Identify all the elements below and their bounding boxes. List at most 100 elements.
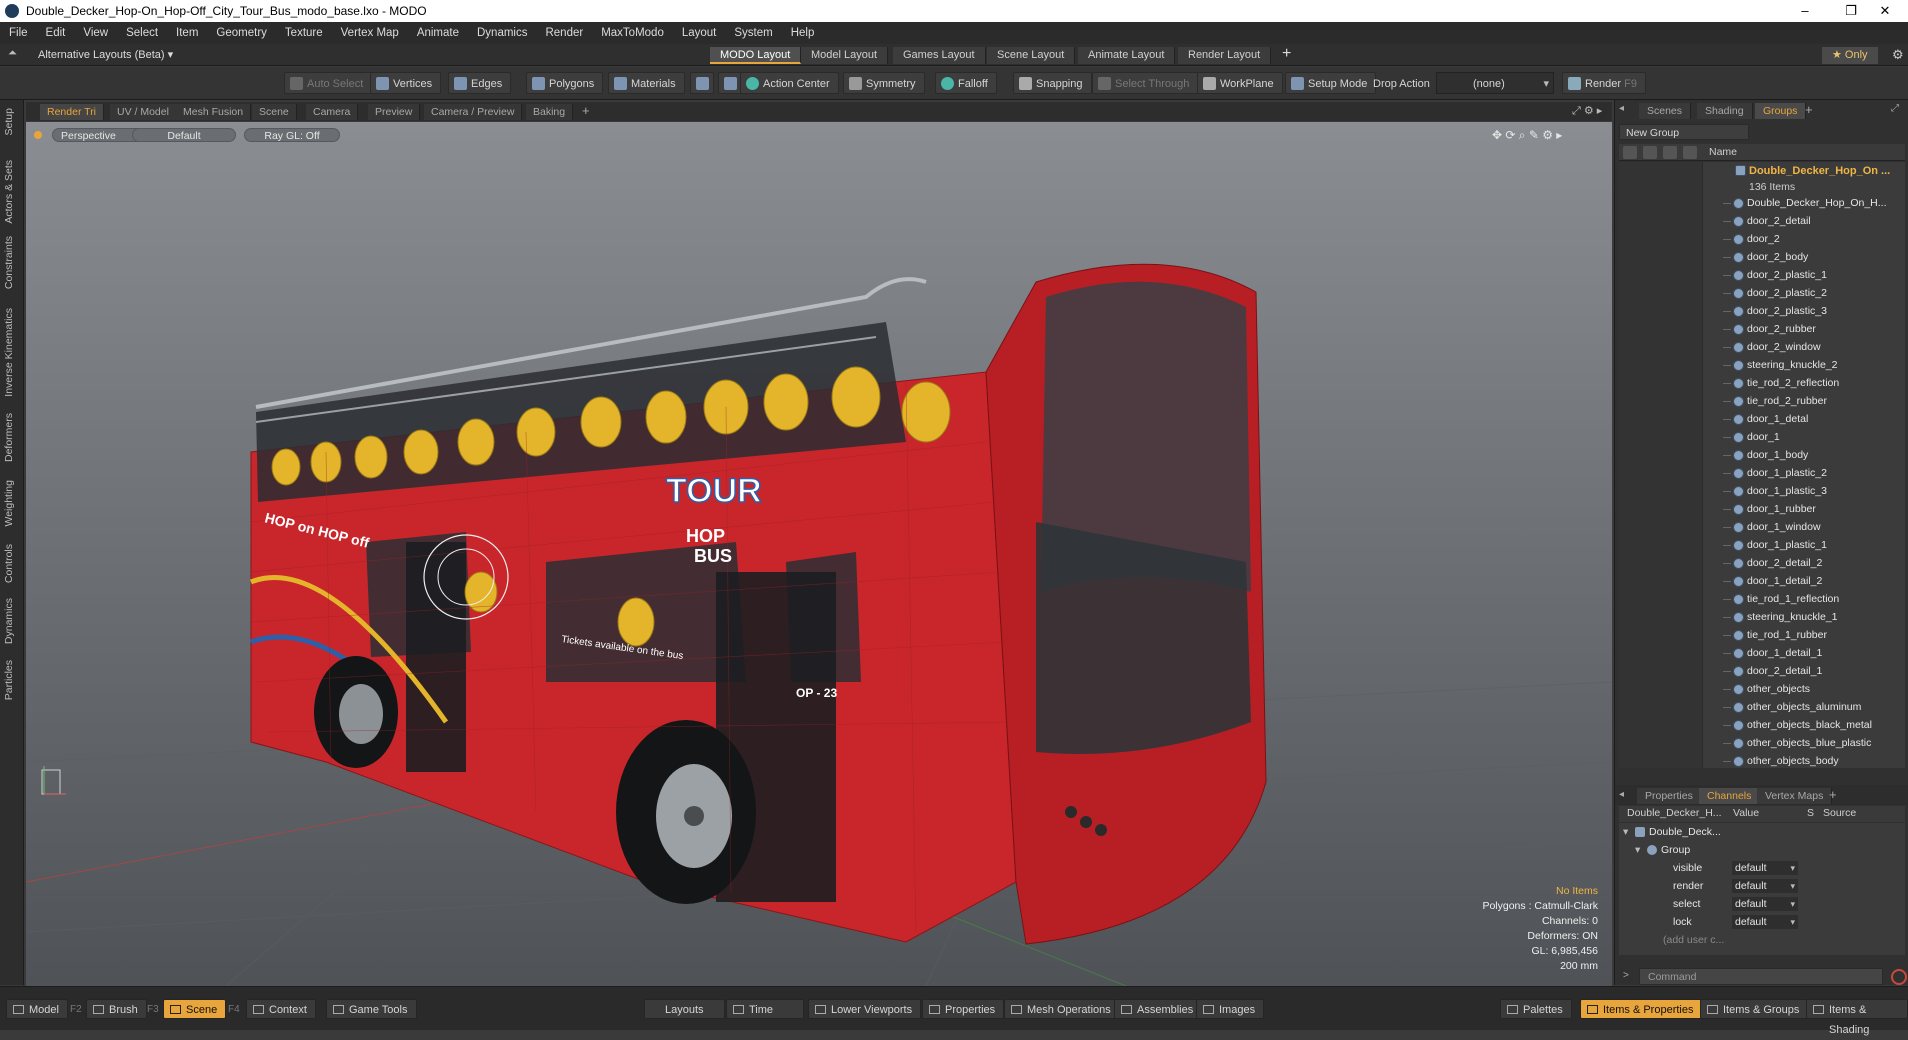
left-tab-setup[interactable]: Setup (3, 108, 15, 135)
row-toggles[interactable] (1619, 356, 1703, 374)
palettes-button[interactable]: Palettes (1500, 999, 1572, 1019)
tree-item[interactable]: Double_Decker_Hop_On_H... (1619, 194, 1905, 212)
game-tools-button[interactable]: Game Tools (326, 999, 417, 1019)
tab-mesh-fusion[interactable]: Mesh Fusion (176, 104, 252, 120)
tree-item[interactable]: other_objects_blue_plastic (1619, 734, 1905, 752)
left-tab-inverse-kinematics[interactable]: Inverse Kinematics (3, 308, 15, 397)
menu-file[interactable]: File (0, 22, 37, 44)
menu-view[interactable]: View (74, 22, 117, 44)
tab-properties[interactable]: Properties (1637, 788, 1702, 804)
menu-vertex-map[interactable]: Vertex Map (332, 22, 408, 44)
auto-select-button[interactable]: Auto Select (284, 72, 373, 94)
left-tab-constraints[interactable]: Constraints (3, 236, 15, 289)
tree-item[interactable]: door_1_rubber (1619, 500, 1905, 518)
row-toggles[interactable] (1619, 446, 1703, 464)
chevron-down-icon[interactable]: ▾ (1623, 823, 1628, 841)
time-button[interactable]: Time (726, 999, 804, 1019)
tree-item[interactable]: door_1_detal (1619, 410, 1905, 428)
menu-layout[interactable]: Layout (673, 22, 726, 44)
add-tab-icon[interactable]: + (582, 103, 590, 118)
tree-item[interactable]: door_2_plastic_1 (1619, 266, 1905, 284)
3d-viewport[interactable]: Perspective Default Ray GL: Off ✥ ⟳ ⌕ ✎ … (26, 122, 1612, 986)
drop-action-select[interactable]: (none) ▾ (1436, 72, 1554, 94)
context-button[interactable]: Context (246, 999, 316, 1019)
tree-item[interactable]: door_2_detail_2 (1619, 554, 1905, 572)
lock-icon[interactable] (1663, 146, 1677, 159)
row-toggles[interactable] (1619, 500, 1703, 518)
tree-item[interactable]: door_1_plastic_3 (1619, 482, 1905, 500)
tab-modo-layout[interactable]: MODO Layout (710, 47, 802, 64)
tree-item[interactable]: door_1_detail_1 (1619, 644, 1905, 662)
tab-channels[interactable]: Channels (1699, 788, 1761, 804)
channel-row-visible[interactable]: visible default (1619, 859, 1905, 877)
tree-item[interactable]: tie_rod_2_rubber (1619, 392, 1905, 410)
tab-vertex-maps[interactable]: Vertex Maps (1757, 788, 1833, 804)
tab-render-layout[interactable]: Render Layout (1178, 47, 1272, 64)
row-toggles[interactable] (1619, 464, 1703, 482)
row-toggles[interactable] (1619, 626, 1703, 644)
row-toggles[interactable] (1619, 302, 1703, 320)
tree-item[interactable]: door_2 (1619, 230, 1905, 248)
channel-row-render[interactable]: render default (1619, 877, 1905, 895)
lower-viewports-button[interactable]: Lower Viewports (808, 999, 922, 1019)
items-properties-button[interactable]: Items & Properties (1580, 999, 1703, 1019)
tree-item[interactable]: steering_knuckle_1 (1619, 608, 1905, 626)
tab-model-layout[interactable]: Model Layout (801, 47, 889, 64)
vertices-button[interactable]: Vertices (370, 72, 442, 94)
left-tab-controls[interactable]: Controls (3, 544, 15, 583)
row-toggles[interactable] (1619, 428, 1703, 446)
command-stop-icon[interactable] (1891, 969, 1907, 985)
items-groups-button[interactable]: Items & Groups (1700, 999, 1809, 1019)
alternative-layouts-dropdown[interactable]: Alternative Layouts (Beta) ▾ (38, 48, 173, 61)
row-toggles[interactable] (1619, 680, 1703, 698)
tree-item[interactable]: steering_knuckle_2 (1619, 356, 1905, 374)
left-tab-dynamics[interactable]: Dynamics (3, 598, 15, 644)
images-button[interactable]: Images (1196, 999, 1265, 1019)
snapping-button[interactable]: Snapping (1013, 72, 1092, 94)
add-channels-tab-icon[interactable]: + (1829, 787, 1837, 802)
command-input[interactable]: Command (1639, 968, 1883, 985)
row-toggles[interactable] (1619, 482, 1703, 500)
menu-help[interactable]: Help (782, 22, 824, 44)
channels-menu-icon[interactable]: ◂ (1619, 789, 1624, 800)
row-toggles[interactable] (1619, 320, 1703, 338)
render-toggle-icon[interactable] (1643, 146, 1657, 159)
tree-item[interactable]: door_2_detail_1 (1619, 662, 1905, 680)
row-toggles[interactable] (1619, 608, 1703, 626)
menu-dynamics[interactable]: Dynamics (468, 22, 536, 44)
tree-item[interactable]: door_2_rubber (1619, 320, 1905, 338)
tab-preview[interactable]: Preview (368, 104, 421, 120)
row-toggles[interactable] (1619, 734, 1703, 752)
row-toggles[interactable] (1619, 554, 1703, 572)
viewport-menu-icon[interactable]: ⤢ ⚙ ▸ (1572, 104, 1602, 118)
tab-scene[interactable]: Scene (252, 104, 297, 120)
tree-item[interactable]: tie_rod_1_reflection (1619, 590, 1905, 608)
tab-shading[interactable]: Shading (1697, 103, 1753, 119)
chevron-down-icon[interactable]: ▾ (1635, 841, 1640, 859)
assemblies-button[interactable]: Assemblies (1114, 999, 1203, 1019)
row-toggles[interactable] (1619, 590, 1703, 608)
left-tab-particles[interactable]: Particles (3, 660, 15, 700)
tree-item[interactable]: other_objects (1619, 680, 1905, 698)
row-toggles[interactable] (1619, 284, 1703, 302)
row-toggles[interactable] (1619, 266, 1703, 284)
left-tab-deformers[interactable]: Deformers (3, 413, 15, 462)
setup-mode-button[interactable]: Setup Mode (1285, 72, 1377, 94)
row-toggles[interactable] (1619, 230, 1703, 248)
menu-texture[interactable]: Texture (276, 22, 332, 44)
tree-item[interactable]: door_1 (1619, 428, 1905, 446)
menu-geometry[interactable]: Geometry (207, 22, 276, 44)
tab-games-layout[interactable]: Games Layout (893, 47, 986, 64)
materials-button[interactable]: Materials (608, 72, 685, 94)
up-arrow-icon[interactable]: ⏶ (8, 47, 17, 60)
row-toggles[interactable] (1619, 248, 1703, 266)
channels-root-row[interactable]: ▾ Double_Deck... (1619, 823, 1905, 841)
tree-item[interactable]: door_2_plastic_2 (1619, 284, 1905, 302)
scene-button[interactable]: Scene (163, 999, 227, 1019)
tree-item[interactable]: door_2_window (1619, 338, 1905, 356)
tree-item[interactable]: door_1_plastic_2 (1619, 464, 1905, 482)
row-toggles[interactable] (1619, 572, 1703, 590)
menu-select[interactable]: Select (117, 22, 167, 44)
menu-maxtomodo[interactable]: MaxToModo (592, 22, 673, 44)
tree-item[interactable]: door_1_plastic_1 (1619, 536, 1905, 554)
